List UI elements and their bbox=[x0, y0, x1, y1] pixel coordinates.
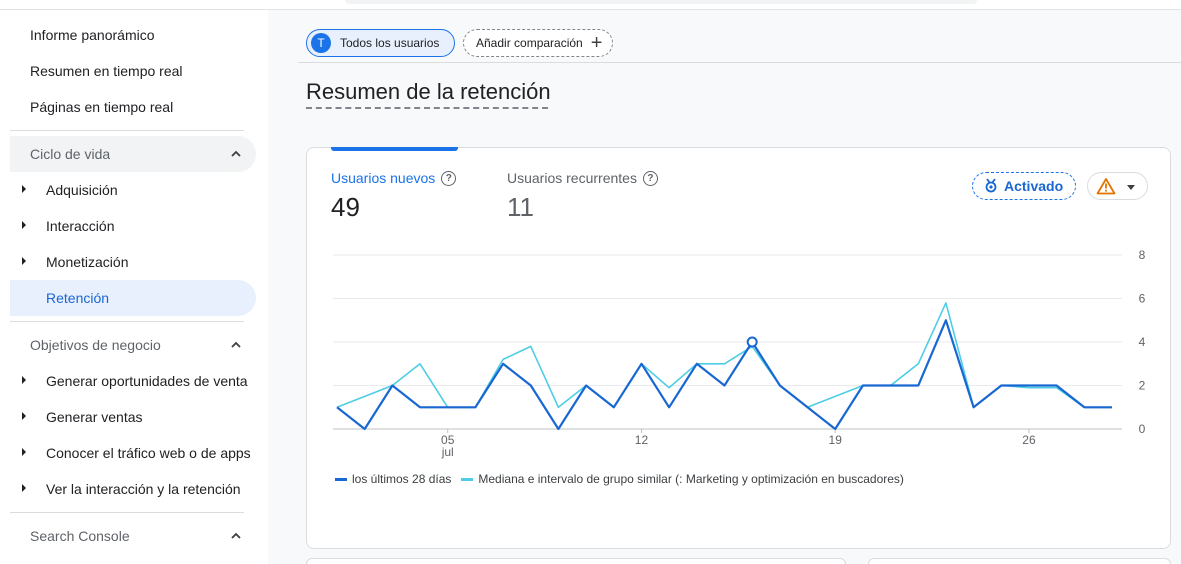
retention-line-chart: 0246805jul12 19 26 bbox=[333, 248, 1146, 459]
x-tick-label: 19 bbox=[829, 433, 843, 447]
sidebar-item-acquisition[interactable]: Adquisición bbox=[10, 172, 256, 208]
section-business-objectives[interactable]: Objetivos de negocio bbox=[10, 327, 256, 363]
caret-right-icon bbox=[22, 221, 26, 229]
search-bar[interactable] bbox=[345, 0, 977, 4]
sidebar-item-traffic[interactable]: Conocer el tráfico web o de apps bbox=[10, 435, 256, 471]
legend-item-benchmark[interactable]: Mediana e intervalo de grupo similar (: … bbox=[461, 472, 904, 486]
sidebar-item-label: Retención bbox=[46, 290, 110, 306]
sidebar-item-realtime-pages[interactable]: Páginas en tiempo real bbox=[10, 89, 256, 125]
retention-card: Usuarios nuevos ? 49 Usuarios recurrente… bbox=[306, 147, 1171, 549]
sidebar-item-generate-leads[interactable]: Generar oportunidades de venta bbox=[10, 363, 256, 399]
caret-right-icon bbox=[22, 484, 26, 492]
page-title: Resumen de la retención bbox=[306, 79, 551, 104]
segment-label: Todos los usuarios bbox=[340, 36, 440, 50]
sidebar-item-retention[interactable]: Retención bbox=[10, 280, 256, 316]
section-search-console[interactable]: Search Console bbox=[10, 518, 256, 554]
segment-chip[interactable]: T Todos los usuarios bbox=[306, 29, 455, 57]
y-tick-label: 2 bbox=[1139, 379, 1146, 393]
top-bar bbox=[0, 0, 1181, 10]
sidebar: Informe panorámico Resumen en tiempo rea… bbox=[0, 10, 268, 564]
y-tick-label: 4 bbox=[1139, 335, 1146, 349]
add-comparison-label: Añadir comparación bbox=[476, 36, 583, 50]
main-content: T Todos los usuarios Añadir comparación … bbox=[268, 10, 1181, 564]
title-underline bbox=[306, 107, 548, 109]
series-line-1 bbox=[336, 302, 1112, 409]
sidebar-item-engagement-retention[interactable]: Ver la interacción y la retención bbox=[10, 471, 256, 507]
sidebar-item-label: Interacción bbox=[46, 218, 115, 234]
add-comparison-button[interactable]: Añadir comparación + bbox=[463, 29, 613, 57]
sidebar-item-overview[interactable]: Informe panorámico bbox=[10, 17, 256, 53]
caret-right-icon bbox=[22, 185, 26, 193]
x-tick-label: 26 bbox=[1022, 433, 1036, 447]
y-tick-label: 0 bbox=[1139, 422, 1146, 436]
legend-label: los últimos 28 días bbox=[352, 472, 452, 486]
section-label: Search Console bbox=[30, 528, 130, 544]
chart-legend: los últimos 28 días Mediana e intervalo … bbox=[335, 472, 914, 486]
caret-right-icon bbox=[22, 376, 26, 384]
legend-swatch bbox=[461, 477, 474, 481]
highlight-point bbox=[746, 336, 758, 348]
series-line-0 bbox=[336, 319, 1112, 431]
sidebar-item-label: Monetización bbox=[46, 254, 129, 270]
x-tick-sublabel: jul bbox=[441, 445, 454, 459]
chevron-up-icon bbox=[231, 532, 241, 539]
sidebar-item-label: Generar oportunidades de venta bbox=[46, 373, 248, 389]
chevron-up-icon bbox=[231, 341, 241, 348]
sidebar-divider bbox=[10, 130, 244, 131]
chevron-up-icon bbox=[231, 150, 241, 157]
y-tick-label: 6 bbox=[1139, 292, 1146, 306]
sidebar-divider bbox=[10, 512, 244, 513]
legend-label: Mediana e intervalo de grupo similar (: … bbox=[478, 472, 904, 486]
sidebar-item-monetization[interactable]: Monetización bbox=[10, 244, 256, 280]
header-divider bbox=[298, 62, 1181, 63]
sidebar-item-label: Informe panorámico bbox=[30, 27, 155, 43]
sidebar-item-label: Resumen en tiempo real bbox=[30, 63, 183, 79]
sidebar-item-label: Generar ventas bbox=[46, 409, 143, 425]
next-card-edge bbox=[306, 558, 846, 564]
section-label: Objetivos de negocio bbox=[30, 337, 161, 353]
legend-item-current[interactable]: los últimos 28 días bbox=[335, 472, 451, 486]
plus-icon: + bbox=[590, 32, 603, 54]
legend-swatch bbox=[335, 477, 347, 481]
x-tick-label: 12 bbox=[635, 433, 649, 447]
caret-right-icon bbox=[22, 412, 26, 420]
section-lifecycle[interactable]: Ciclo de vida bbox=[10, 136, 256, 172]
y-tick-label: 8 bbox=[1139, 248, 1146, 262]
sidebar-item-label: Páginas en tiempo real bbox=[30, 99, 174, 115]
caret-right-icon bbox=[22, 257, 26, 265]
sidebar-item-label: Ver la interacción y la retención bbox=[46, 481, 241, 497]
sidebar-divider bbox=[10, 321, 244, 322]
sidebar-item-label: Conocer el tráfico web o de apps bbox=[46, 445, 251, 461]
sidebar-item-realtime-summary[interactable]: Resumen en tiempo real bbox=[10, 53, 256, 89]
section-label: Ciclo de vida bbox=[30, 146, 111, 162]
sidebar-item-label: Adquisición bbox=[46, 182, 118, 198]
sidebar-item-drive-sales[interactable]: Generar ventas bbox=[10, 399, 256, 435]
next-card-edge bbox=[868, 558, 1171, 564]
sidebar-item-engagement[interactable]: Interacción bbox=[10, 208, 256, 244]
segment-avatar: T bbox=[311, 33, 331, 53]
caret-right-icon bbox=[22, 448, 26, 456]
